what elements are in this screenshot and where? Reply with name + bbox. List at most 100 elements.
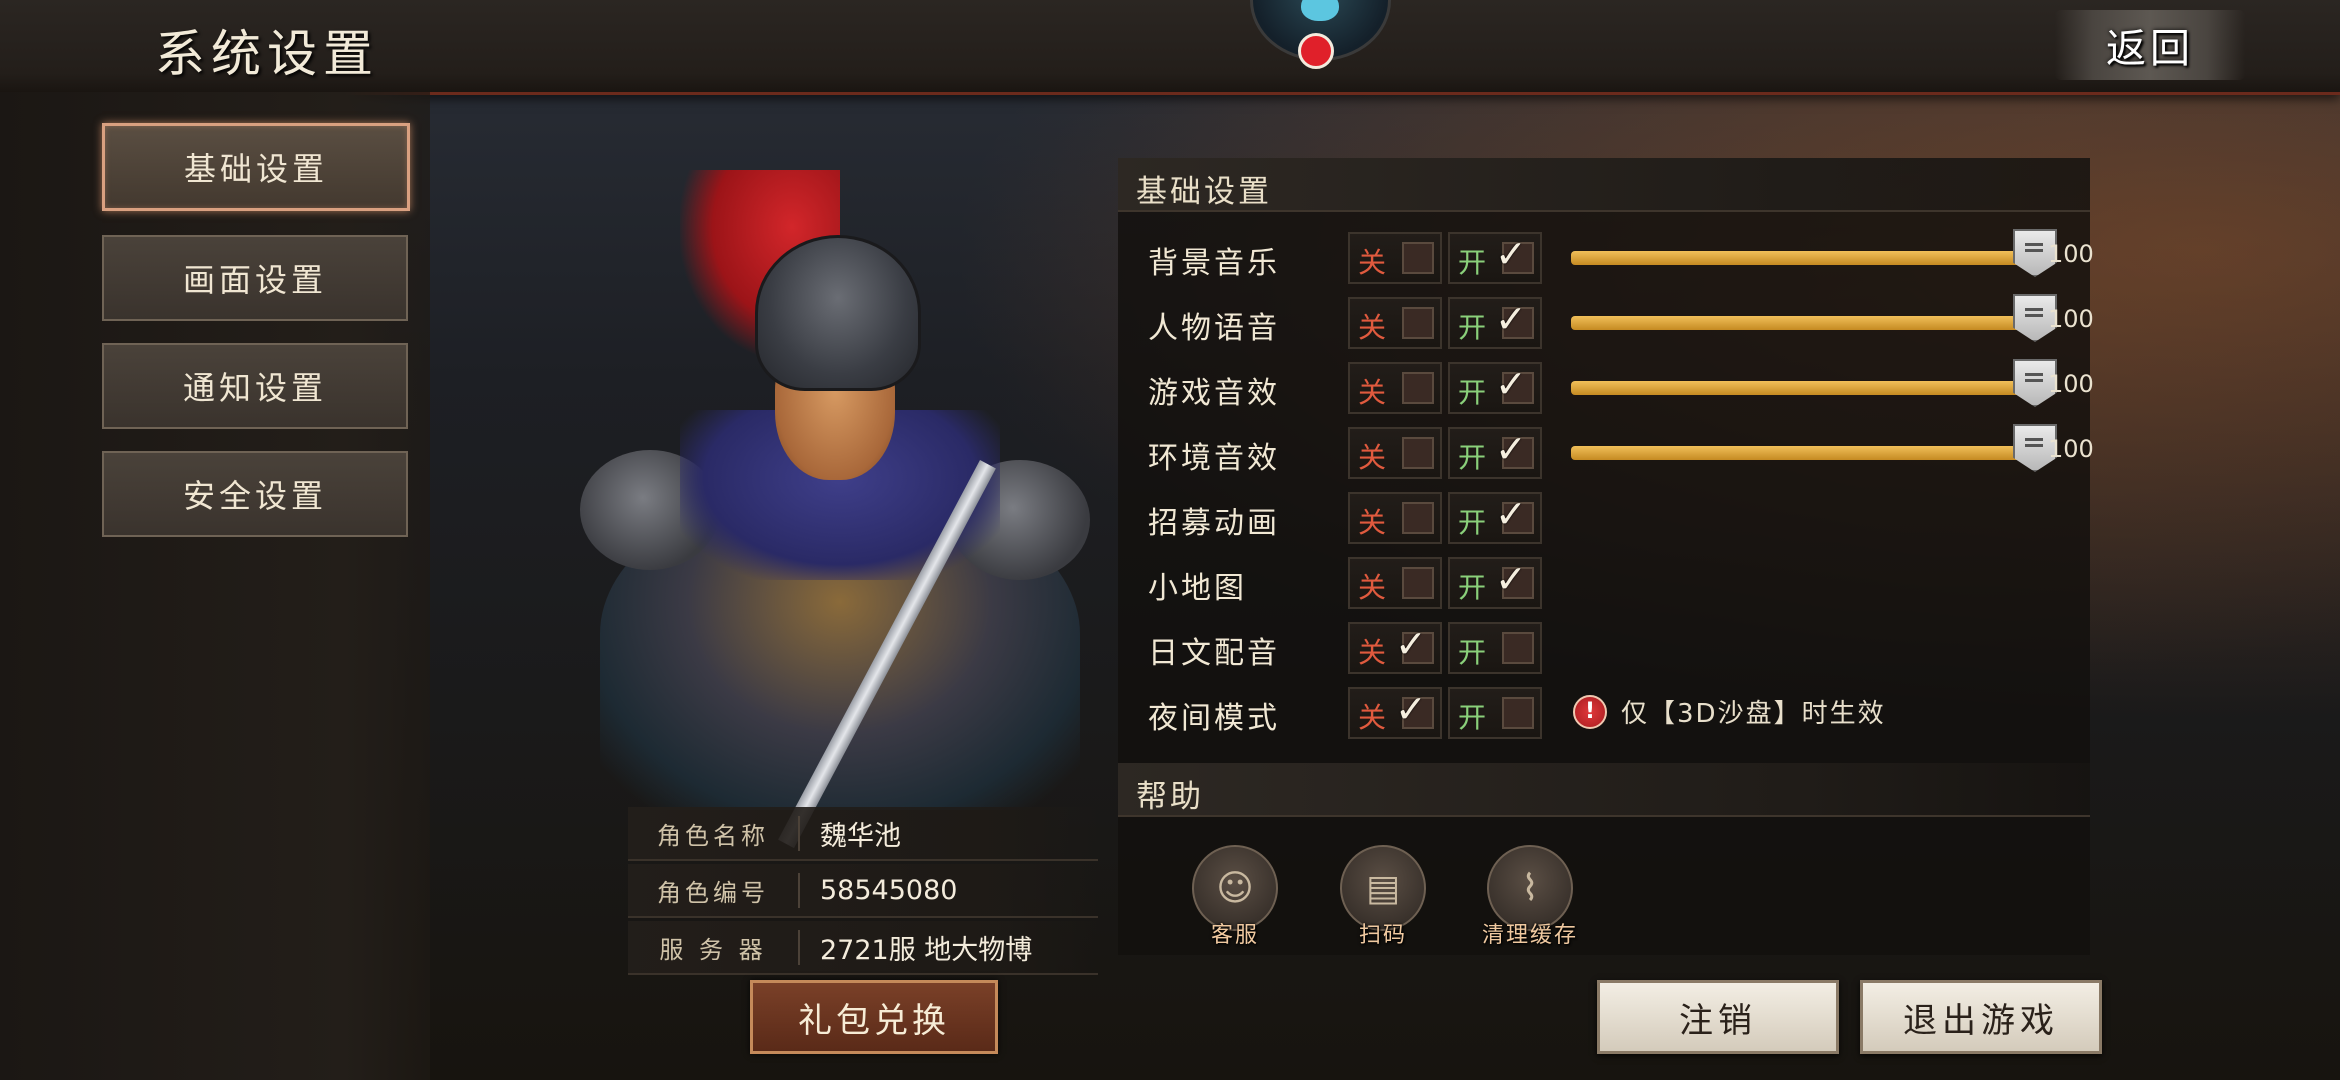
nav-item-security[interactable]: 安全设置 [102,451,408,537]
nav-item-basic[interactable]: 基础设置 [102,123,410,211]
top-bar: 系统设置 返回 [0,0,2340,95]
off-toggle[interactable]: 关 [1348,427,1442,479]
volume-slider[interactable] [1571,359,2057,407]
setting-row-recruit-anim: 招募动画 关 开 ✓ [1148,488,2088,544]
help-label: 清理缓存 [1481,923,1578,948]
off-toggle[interactable]: 关 [1348,557,1442,609]
on-label: 开 [1458,506,1487,539]
clear-cache-button[interactable]: ⌇ 清理缓存 [1455,845,1605,949]
setting-label: 夜间模式 [1148,701,1280,736]
on-label: 开 [1458,441,1487,474]
on-toggle[interactable]: 开 ✓ [1448,492,1542,544]
checkbox-empty-icon [1502,697,1534,729]
volume-slider[interactable] [1571,229,2057,277]
nav-item-display[interactable]: 画面设置 [102,235,408,321]
setting-label: 人物语音 [1148,311,1280,346]
logout-button[interactable]: 注销 [1597,980,1839,1054]
slider-fill [1571,251,2031,265]
on-label: 开 [1458,311,1487,344]
setting-label: 招募动画 [1148,506,1280,541]
checkmark-icon: ✓ [1495,232,1527,276]
on-label: 开 [1458,246,1487,279]
info-row-server: 服 务 器 2721服 地大物博 [628,921,1098,975]
checkmark-icon: ✓ [1495,427,1527,471]
setting-row-voice: 人物语音 关 开 ✓ 100 [1148,293,2094,349]
help-section-header: 帮助 [1118,763,2090,817]
checkmark-icon: ✓ [1495,557,1527,601]
checkmark-icon: ✓ [1495,297,1527,341]
on-toggle[interactable]: 开 [1448,622,1542,674]
slider-fill [1571,381,2031,395]
on-toggle[interactable]: 开 ✓ [1448,557,1542,609]
help-section-title: 帮助 [1136,779,1204,815]
off-toggle[interactable]: 关 [1348,492,1442,544]
setting-label: 背景音乐 [1148,246,1280,281]
setting-row-minimap: 小地图 关 开 ✓ [1148,553,2088,609]
notification-dot-icon [1298,33,1334,69]
off-label: 关 [1358,506,1387,539]
settings-screen: 系统设置 返回 基础设置 画面设置 通知设置 安全设置 角色名称 魏华池 角色编… [0,0,2340,1080]
setting-label: 小地图 [1148,571,1247,606]
checkbox-empty-icon [1402,307,1434,339]
checkmark-icon: ✓ [1495,492,1527,536]
back-button[interactable]: 返回 [2055,10,2245,80]
checkmark-icon: ✓ [1395,622,1427,666]
volume-slider[interactable] [1571,424,2057,472]
info-label: 角色编号 [628,872,800,908]
setting-label: 日文配音 [1148,636,1280,671]
character-info: 角色名称 魏华池 角色编号 58545080 服 务 器 2721服 地大物博 [628,807,1098,978]
setting-label: 环境音效 [1148,441,1280,476]
off-label: 关 [1358,311,1387,344]
night-mode-note: ! 仅【3D沙盘】时生效 [1573,693,1886,730]
checkbox-empty-icon [1402,242,1434,274]
off-label: 关 [1358,376,1387,409]
slider-fill [1571,316,2031,330]
night-mode-note-text: 仅【3D沙盘】时生效 [1621,699,1886,729]
on-toggle[interactable]: 开 ✓ [1448,362,1542,414]
on-toggle[interactable]: 开 ✓ [1448,232,1542,284]
on-toggle[interactable]: 开 [1448,687,1542,739]
character-portrait [560,160,1120,849]
info-row-name: 角色名称 魏华池 [628,807,1098,861]
setting-row-ambient: 环境音效 关 开 ✓ 100 [1148,423,2094,479]
on-label: 开 [1458,701,1487,734]
back-button-label: 返回 [2106,26,2194,72]
volume-value: 100 [2048,435,2094,463]
setting-row-japanese-voice: 日文配音 关 ✓ 开 [1148,618,2088,674]
off-label: 关 [1358,636,1387,669]
customer-service-button[interactable]: ☺ 客服 [1160,845,1310,949]
character-id: 58545080 [820,874,958,906]
warning-icon: ! [1573,694,1607,729]
portrait-helmet [755,235,921,391]
off-toggle[interactable]: 关 [1348,232,1442,284]
checkmark-icon: ✓ [1395,687,1427,731]
on-toggle[interactable]: 开 ✓ [1448,427,1542,479]
info-label: 角色名称 [628,815,800,851]
scan-code-button[interactable]: ▤ 扫码 [1308,845,1458,949]
on-label: 开 [1458,376,1487,409]
settings-panel: 基础设置 背景音乐 关 开 ✓ 100 人物语音 关 开 ✓ 100 游戏音效 … [1118,158,2094,955]
off-toggle[interactable]: 关 ✓ [1348,687,1442,739]
setting-row-night-mode: 夜间模式 关 ✓ 开 ! 仅【3D沙盘】时生效 [1148,683,2088,739]
on-label: 开 [1458,571,1487,604]
off-label: 关 [1358,701,1387,734]
on-toggle[interactable]: 开 ✓ [1448,297,1542,349]
exit-game-button[interactable]: 退出游戏 [1860,980,2102,1054]
basic-section-header: 基础设置 [1118,158,2090,212]
off-label: 关 [1358,571,1387,604]
character-server: 2721服 地大物博 [820,934,1033,966]
nav-item-notification[interactable]: 通知设置 [102,343,408,429]
checkbox-empty-icon [1402,502,1434,534]
volume-value: 100 [2048,240,2094,268]
gift-code-button[interactable]: 礼包兑换 [750,980,998,1054]
off-toggle[interactable]: 关 [1348,297,1442,349]
bird-icon [1301,0,1339,21]
off-toggle[interactable]: 关 ✓ [1348,622,1442,674]
volume-value: 100 [2048,305,2094,333]
help-label: 客服 [1210,923,1259,948]
checkbox-empty-icon [1502,632,1534,664]
off-toggle[interactable]: 关 [1348,362,1442,414]
volume-slider[interactable] [1571,294,2057,342]
setting-row-bgm: 背景音乐 关 开 ✓ 100 [1148,228,2094,284]
character-name: 魏华池 [820,820,901,852]
